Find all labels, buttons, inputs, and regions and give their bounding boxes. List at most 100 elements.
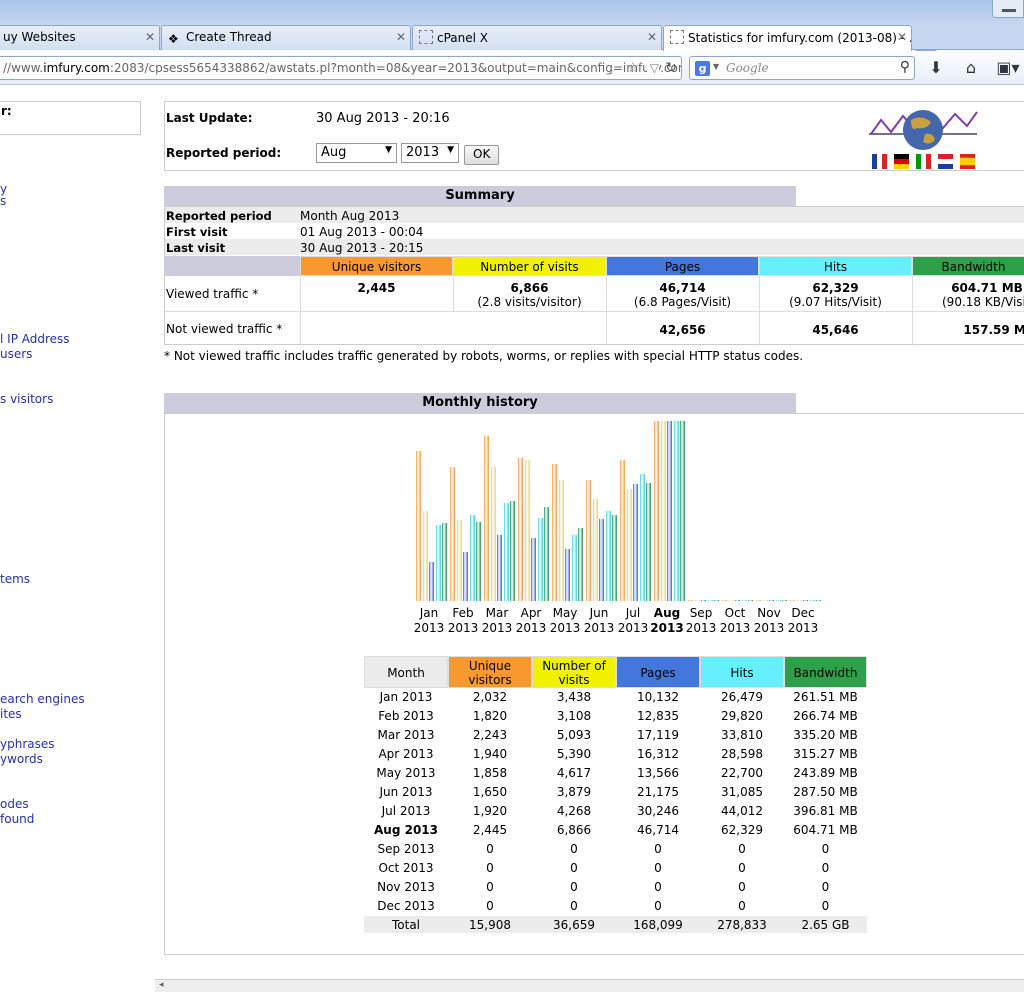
dropdown-arrow-icon[interactable]: ▽: [646, 57, 659, 79]
tab-websites[interactable]: uy Websites ✕: [0, 25, 160, 50]
chart-year-text: 2013: [447, 621, 479, 635]
chart-month-text: May: [552, 606, 578, 620]
chart-bar: [769, 600, 774, 601]
address-bar[interactable]: //www.imfury.com:2083/cpsess5654338862/a…: [0, 56, 682, 80]
close-icon[interactable]: ✕: [897, 30, 907, 44]
tab-create-thread[interactable]: ❖ Create Thread ✕: [161, 25, 411, 50]
table-cell: 0: [738, 880, 746, 894]
minimize-button[interactable]: [992, 0, 1024, 18]
year-select[interactable]: 2013 ▼: [401, 143, 459, 163]
chart-bar: [620, 460, 625, 601]
sidebar-link[interactable]: earch engines: [0, 692, 85, 706]
sidebar-link[interactable]: s visitors: [0, 392, 53, 406]
chart-bar: [660, 421, 666, 601]
sidebar-link[interactable]: s: [0, 194, 6, 208]
close-icon[interactable]: ✕: [647, 30, 657, 44]
table-cell: 0: [738, 899, 746, 913]
table-cell: 1,858: [472, 766, 508, 780]
chart-bar: [422, 511, 428, 601]
chart-bar: [429, 562, 434, 601]
table-cell: 287.50 MB: [793, 785, 858, 799]
table-cell: 33,810: [721, 728, 763, 742]
chart-month-label: Feb 2013: [446, 606, 480, 636]
flag-italy-icon[interactable]: [916, 154, 931, 169]
horizontal-scrollbar[interactable]: ◂: [155, 979, 1024, 992]
close-icon[interactable]: ✕: [396, 30, 406, 44]
chart-bar: [599, 519, 604, 601]
chart-bar: [518, 458, 523, 601]
chart-bar: [796, 600, 802, 601]
sidebar-link[interactable]: users: [0, 347, 32, 361]
table-cell: 13,566: [637, 766, 679, 780]
sidebar-link[interactable]: ites: [0, 707, 22, 721]
table-cell: May 2013: [376, 766, 436, 780]
page-icon: [670, 30, 684, 44]
flag-germany-icon[interactable]: [894, 154, 909, 169]
col-visits: Number of visits: [453, 256, 606, 276]
search-placeholder: Google: [726, 61, 769, 75]
chart-bar: [435, 525, 441, 601]
viewed-bandwidth-sub: (90.18 KB/Visi: [942, 295, 1024, 309]
search-icon[interactable]: ⚲: [900, 59, 910, 75]
chart-bar: [476, 522, 481, 601]
total-cell: 15,908: [469, 918, 511, 932]
tab-statistics[interactable]: Statistics for imfury.com (2013-08) - ..…: [663, 25, 912, 51]
ok-button[interactable]: OK: [464, 145, 500, 165]
sidebar-link[interactable]: l IP Address: [0, 332, 70, 346]
chart-bar: [524, 460, 530, 601]
sidebar-link[interactable]: tems: [0, 572, 30, 586]
table-cell: 46,714: [637, 823, 679, 837]
table-cell: 3,438: [556, 690, 592, 704]
chart-bar: [707, 600, 713, 601]
table-cell: 335.20 MB: [793, 728, 858, 742]
google-icon[interactable]: g: [695, 61, 710, 76]
sidebar-link[interactable]: found: [0, 812, 34, 826]
tab-cpanel[interactable]: cPanel X ✕: [412, 25, 662, 50]
reload-icon[interactable]: ↻: [665, 57, 677, 79]
flag-france-icon[interactable]: [872, 154, 887, 169]
close-icon[interactable]: ✕: [145, 30, 155, 44]
sidebar-link[interactable]: yphrases: [0, 737, 55, 751]
sidebar-link[interactable]: ywords: [0, 752, 43, 766]
viewed-hits: 62,329: [812, 281, 859, 295]
chart-bar: [565, 549, 570, 601]
chevron-down-icon[interactable]: ▼: [713, 62, 719, 71]
chart-bar: [463, 552, 468, 601]
chart-bar: [469, 515, 475, 601]
home-icon[interactable]: ⌂: [959, 57, 983, 79]
thread-icon: ❖: [168, 32, 179, 46]
viewed-visits: 6,866: [510, 281, 549, 295]
bookmark-star-icon[interactable]: ☆: [626, 57, 639, 79]
flag-netherlands-icon[interactable]: [938, 154, 953, 169]
chart-bar: [816, 600, 821, 601]
flag-spain-icon[interactable]: [960, 154, 975, 169]
table-cell: Jun 2013: [379, 785, 433, 799]
chart-bar: [646, 483, 651, 601]
period-header: Last Update: 30 Aug 2013 - 20:16 Reporte…: [164, 101, 1024, 171]
chart-bar: [484, 436, 489, 601]
table-cell: 1,940: [472, 747, 508, 761]
month-select-value: Aug: [321, 145, 347, 160]
col-hits: Hits: [759, 256, 912, 276]
chart-bar: [558, 480, 564, 601]
chart-month-text: Oct: [724, 606, 746, 620]
table-cell: 16,312: [637, 747, 679, 761]
download-icon[interactable]: ⬇: [924, 57, 948, 79]
chart-year-text: 2013: [685, 621, 717, 635]
search-box[interactable]: g ▼ Google ⚲: [689, 56, 915, 80]
monthly-history-panel: Jan 2013 Feb 2013 Mar 2013 Apr 2013 May 2013 Jun 20…: [164, 413, 1024, 955]
chart-bar: [490, 467, 496, 601]
scroll-left-arrow-icon[interactable]: ◂: [159, 980, 164, 990]
bookmarks-icon[interactable]: ▣▾: [996, 57, 1020, 79]
chart-year-text: 2013: [583, 621, 615, 635]
table-cell: 62,329: [721, 823, 763, 837]
mt-col-pages: Pages: [616, 656, 700, 688]
monthly-history-title: Monthly history: [164, 393, 796, 413]
chart-bar: [694, 600, 700, 601]
sidebar-link[interactable]: odes: [0, 797, 29, 811]
chart-month-text: Nov: [757, 606, 781, 620]
month-select[interactable]: Aug ▼: [316, 143, 397, 163]
chart-bar: [586, 480, 591, 601]
table-cell: 315.27 MB: [793, 747, 858, 761]
table-cell: 5,390: [556, 747, 592, 761]
